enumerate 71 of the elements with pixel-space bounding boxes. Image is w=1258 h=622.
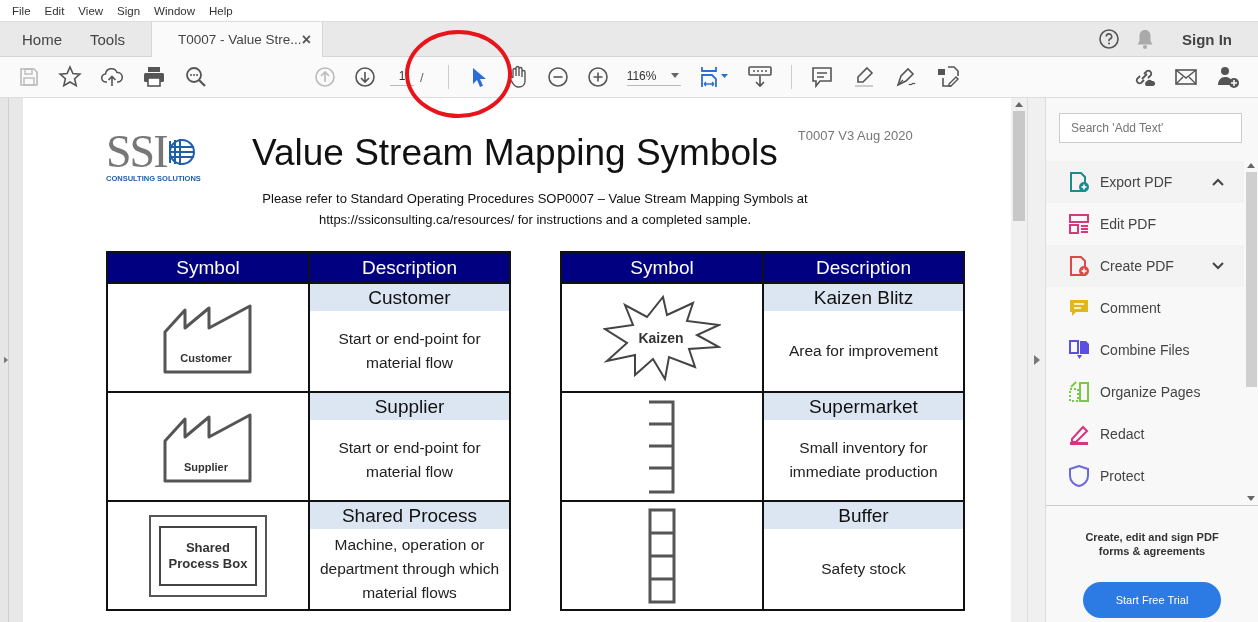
symbol-description: Start or end-point for material flow (337, 329, 482, 373)
scrollbar-thumb[interactable] (1013, 111, 1025, 221)
close-button[interactable]: × (301, 30, 311, 49)
symbol-description: Machine, operation or department through which material flows (318, 535, 501, 603)
symbol-description: Start or end-point for material flow (337, 438, 482, 482)
comment-icon[interactable] (809, 65, 834, 89)
caret-icon (670, 73, 679, 78)
tool-item[interactable]: Comment (1046, 287, 1244, 329)
menu-item[interactable]: Sign (117, 4, 141, 17)
menu-item[interactable]: Edit (44, 4, 65, 17)
symbol-description: Small inventory for immediate production (788, 438, 939, 482)
column-header: Symbol (107, 252, 309, 283)
process-box-drawing: Shared Process Box (149, 514, 267, 597)
sign-in-link[interactable]: Sign In (1182, 30, 1232, 48)
tool-item[interactable]: Edit PDF (1046, 203, 1244, 245)
symbol-name: Shared Process (310, 502, 509, 529)
search-icon[interactable] (184, 65, 208, 89)
expand-arrow-icon[interactable] (4, 355, 8, 365)
tool-item[interactable]: Export PDF (1046, 161, 1244, 203)
intro-text: https://ssiconsulting.ca/resources/ for instructions and a completed sample. (317, 212, 753, 227)
scroll-mode-icon[interactable] (746, 65, 773, 89)
menu-item[interactable]: Window (154, 4, 195, 17)
scroll-up-icon[interactable] (1247, 163, 1255, 168)
fit-page-icon[interactable] (698, 65, 729, 89)
page-separator: / (420, 69, 424, 85)
symbol-description: Area for improvement (789, 341, 938, 361)
promo-text: Create, edit and sign PDF forms & agreements (1084, 530, 1220, 558)
intro-text: Please refer to Standard Operating Procedures SOP0007 – Value Stream Mapping Symbols at (261, 191, 809, 206)
cloud-upload-icon[interactable] (100, 65, 124, 89)
kaizen-burst-drawing: Kaizen (603, 294, 721, 381)
symbol-description: Safety stock (821, 559, 906, 579)
version-label: T0007 V3 Aug 2020 (797, 128, 913, 143)
chevron-up-icon[interactable] (1212, 178, 1224, 186)
start-trial-button[interactable]: Start Free Trial (1083, 582, 1221, 618)
tab[interactable]: Home (0, 22, 76, 56)
menu-item[interactable]: File (12, 4, 31, 17)
page-number-field[interactable]: 1 (390, 68, 414, 86)
zoom-in-icon[interactable] (586, 66, 609, 88)
document-title: Value Stream Mapping Symbols (252, 132, 778, 174)
tool-item[interactable]: Protect (1046, 455, 1244, 497)
column-header: Symbol (561, 252, 763, 283)
mail-icon[interactable] (1174, 67, 1198, 87)
expand-arrow-icon[interactable] (1033, 355, 1040, 365)
zoom-dropdown[interactable]: 116% (626, 68, 681, 86)
tab[interactable]: T0007 - Value Stre...× (151, 22, 324, 57)
tool-item[interactable]: Create PDF (1046, 245, 1244, 287)
column-header: Description (763, 252, 964, 283)
search-field[interactable]: Search 'Add Text' (1059, 113, 1242, 143)
tab[interactable]: Tools (76, 22, 140, 56)
scroll-down-icon[interactable] (1247, 496, 1255, 501)
scrollbar-thumb[interactable] (1245, 172, 1257, 387)
document-edit-icon[interactable] (935, 65, 960, 89)
tool-item[interactable]: Combine Files (1046, 329, 1244, 371)
symbol-name: Customer (310, 284, 509, 311)
print-icon[interactable] (142, 65, 166, 89)
help-icon[interactable] (1098, 28, 1120, 50)
tool-item[interactable]: Redact (1046, 413, 1244, 455)
menu-item[interactable]: Help (209, 4, 233, 17)
zoom-out-icon[interactable] (546, 66, 569, 88)
symbol-name: Buffer (764, 502, 963, 529)
scroll-up-icon[interactable] (1015, 102, 1023, 107)
column-header: Description (309, 252, 510, 283)
menu-item[interactable]: View (78, 4, 104, 17)
tool-item[interactable]: Organize Pages (1046, 371, 1244, 413)
chevron-down-icon[interactable] (1212, 262, 1224, 270)
symbol-name: Kaizen Blitz (764, 284, 963, 311)
symbol-name: Supermarket (764, 393, 963, 420)
star-icon[interactable] (58, 65, 82, 89)
add-user-icon[interactable] (1216, 65, 1240, 89)
arrow-down-icon[interactable] (354, 66, 376, 88)
symbol-name: Supplier (310, 393, 509, 420)
